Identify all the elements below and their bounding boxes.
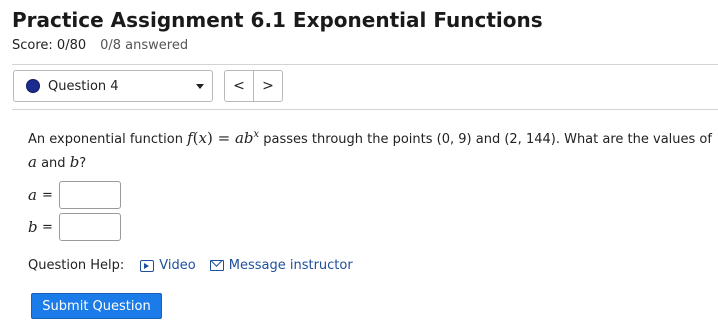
- answer-row-b: b =: [28, 212, 121, 242]
- answer-b-label: b: [28, 218, 38, 236]
- equals-sign: =: [42, 187, 53, 203]
- chevron-down-icon: [196, 84, 204, 89]
- func-equals: =: [212, 129, 235, 147]
- function-expression: f(x) = abx: [187, 129, 260, 147]
- next-question-button[interactable]: >: [253, 70, 283, 102]
- submit-question-button[interactable]: Submit Question: [31, 293, 162, 319]
- var-b: b: [69, 153, 80, 171]
- mail-icon: [209, 260, 224, 271]
- question-select[interactable]: Question 4: [13, 70, 213, 102]
- video-link[interactable]: Video: [140, 258, 196, 273]
- divider: [12, 109, 718, 110]
- question-and: and: [36, 156, 70, 171]
- status-dot-icon: [26, 79, 40, 93]
- func-base: ab: [234, 129, 254, 147]
- message-link-label: Message instructor: [228, 258, 353, 273]
- answer-a-label: a: [28, 186, 37, 204]
- question-select-label: Question 4: [48, 78, 119, 94]
- question-end: ?: [79, 156, 87, 171]
- question-help-label: Question Help:: [28, 258, 125, 273]
- previous-question-button[interactable]: <: [224, 70, 254, 102]
- message-instructor-link[interactable]: Message instructor: [209, 258, 353, 273]
- score-line: Score: 0/80 0/8 answered: [12, 38, 188, 53]
- video-link-label: Video: [159, 258, 196, 273]
- question-text: An exponential function f(x) = abx passe…: [28, 124, 718, 175]
- video-icon: [140, 259, 155, 272]
- answered-count: 0/8 answered: [100, 38, 189, 53]
- score-text: Score: 0/80: [12, 38, 87, 53]
- question-middle: passes through the points (0, 9) and (2,…: [259, 132, 712, 147]
- divider: [12, 64, 718, 65]
- var-a: a: [28, 153, 37, 171]
- answer-a-input[interactable]: [58, 181, 121, 209]
- equals-sign: =: [42, 219, 53, 235]
- func-var: x: [198, 129, 207, 147]
- assignment-title: Practice Assignment 6.1 Exponential Func…: [12, 8, 543, 32]
- question-intro: An exponential function: [28, 132, 188, 147]
- answer-row-a: a =: [28, 180, 121, 210]
- answer-b-input[interactable]: [58, 213, 121, 241]
- question-help: Question Help: Video Message instructor: [28, 258, 367, 273]
